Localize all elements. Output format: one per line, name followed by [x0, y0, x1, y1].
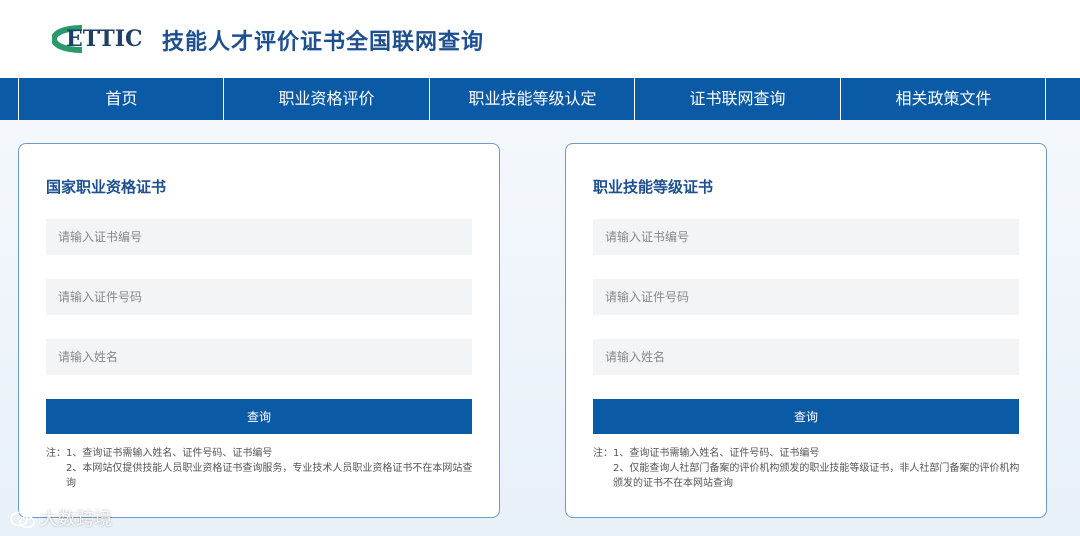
svg-text:ETTIC: ETTIC — [66, 26, 143, 52]
query-button[interactable]: 查询 — [46, 399, 472, 434]
nav-item-qualification-evaluation[interactable]: 职业资格评价 — [224, 78, 429, 120]
name-input[interactable] — [46, 339, 472, 375]
wechat-icon — [10, 511, 35, 529]
watermark: 大数跨境 — [10, 505, 112, 531]
query-button[interactable]: 查询 — [593, 399, 1019, 434]
nav-item-skill-level-certification[interactable]: 职业技能等级认定 — [430, 78, 635, 120]
nav-divider — [1045, 78, 1046, 120]
id-number-input[interactable] — [46, 279, 472, 315]
qualification-certificate-panel: 国家职业资格证书 查询 注：1、查询证书需输入姓名、证件号码、证书编号 2、本网… — [18, 143, 500, 518]
nav-item-policy-documents[interactable]: 相关政策文件 — [841, 78, 1046, 120]
panel-title: 国家职业资格证书 — [46, 178, 167, 196]
note-line-1: 注：1、查询证书需输入姓名、证件号码、证书编号 — [46, 448, 273, 459]
query-note: 注：1、查询证书需输入姓名、证件号码、证书编号 2、本网站仅提供技能人员职业资格… — [46, 446, 476, 491]
note-line-1: 注：1、查询证书需输入姓名、证件号码、证书编号 — [593, 448, 820, 459]
panel-title: 职业技能等级证书 — [593, 178, 714, 196]
nav-item-certificate-query[interactable]: 证书联网查询 — [635, 78, 840, 120]
site-title: 技能人才评价证书全国联网查询 — [162, 30, 485, 55]
certificate-number-input[interactable] — [46, 219, 472, 255]
note-line-2: 2、本网站仅提供技能人员职业资格证书查询服务，专业技术人员职业资格证书不在本网站… — [66, 463, 473, 489]
main-nav: 首页 职业资格评价 职业技能等级认定 证书联网查询 相关政策文件 — [0, 78, 1080, 120]
watermark-text: 大数跨境 — [40, 509, 112, 530]
query-note: 注：1、查询证书需输入姓名、证件号码、证书编号 2、仅能查询人社部门备案的评价机… — [593, 446, 1023, 491]
name-input[interactable] — [593, 339, 1019, 375]
skill-level-certificate-panel: 职业技能等级证书 查询 注：1、查询证书需输入姓名、证件号码、证书编号 2、仅能… — [565, 143, 1047, 518]
nav-item-home[interactable]: 首页 — [19, 78, 224, 120]
certificate-number-input[interactable] — [593, 219, 1019, 255]
note-line-2: 2、仅能查询人社部门备案的评价机构颁发的职业技能等级证书，非人社部门备案的评价机… — [613, 463, 1020, 489]
site-header: ETTIC 技能人才评价证书全国联网查询 — [0, 0, 1080, 78]
id-number-input[interactable] — [593, 279, 1019, 315]
ettic-logo: ETTIC — [52, 25, 143, 53]
